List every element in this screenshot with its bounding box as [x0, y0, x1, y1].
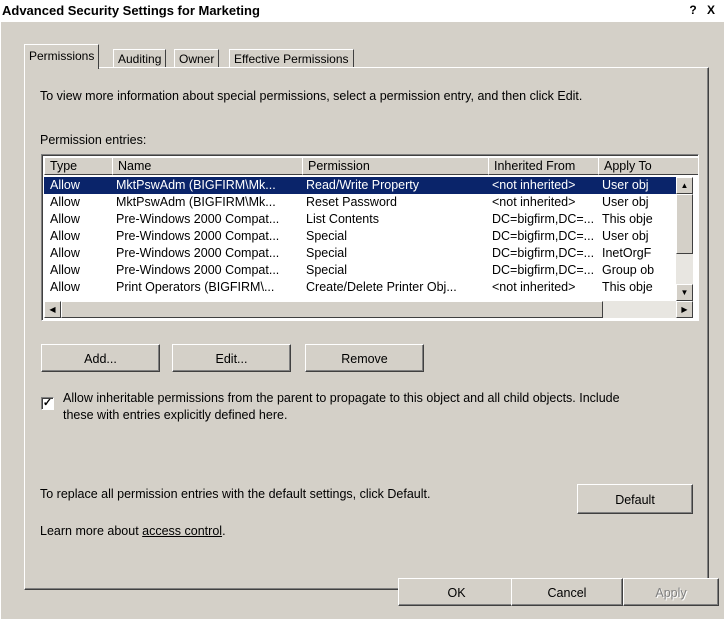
- cell-permission: Special: [306, 246, 347, 260]
- inherit-permissions-label-line2[interactable]: these with entries explicitly defined he…: [63, 408, 287, 422]
- tab-effective-permissions[interactable]: Effective Permissions: [229, 49, 354, 68]
- column-header-inherited-from[interactable]: Inherited From: [488, 157, 599, 175]
- table-row[interactable]: Allow Pre-Windows 2000 Compat... Special…: [44, 262, 676, 279]
- add-button[interactable]: Add...: [41, 344, 160, 372]
- cell-name: MktPswAdm (BIGFIRM\Mk...: [116, 195, 276, 209]
- learn-more-text: Learn more about access control.: [40, 524, 226, 538]
- remove-button[interactable]: Remove: [305, 344, 424, 372]
- learn-more-suffix: .: [222, 524, 226, 538]
- horizontal-scrollbar[interactable]: ◀ ▶: [44, 301, 693, 318]
- table-row[interactable]: Allow MktPswAdm (BIGFIRM\Mk... Read/Writ…: [44, 177, 676, 194]
- cell-type: Allow: [50, 195, 80, 209]
- cell-apply-to: This obje: [602, 212, 653, 226]
- cell-name: Print Operators (BIGFIRM\...: [116, 280, 275, 294]
- cell-permission: List Contents: [306, 212, 379, 226]
- vertical-scrollbar[interactable]: ▲ ▼: [676, 177, 693, 301]
- cell-permission: Special: [306, 263, 347, 277]
- intro-text: To view more information about special p…: [40, 89, 583, 103]
- tab-permissions[interactable]: Permissions: [24, 44, 100, 69]
- cell-type: Allow: [50, 229, 80, 243]
- cell-type: Allow: [50, 263, 80, 277]
- vertical-scroll-thumb[interactable]: [676, 194, 693, 254]
- cell-permission: Read/Write Property: [306, 178, 420, 192]
- cell-inherited-from: DC=bigfirm,DC=...: [492, 263, 595, 277]
- help-button[interactable]: ?: [686, 3, 700, 17]
- cell-inherited-from: DC=bigfirm,DC=...: [492, 212, 595, 226]
- default-button[interactable]: Default: [577, 484, 693, 514]
- ok-button[interactable]: OK: [398, 578, 515, 606]
- table-row[interactable]: Allow Print Operators (BIGFIRM\... Creat…: [44, 279, 676, 296]
- cell-name: Pre-Windows 2000 Compat...: [116, 229, 280, 243]
- title-bar[interactable]: Advanced Security Settings for Marketing…: [0, 0, 724, 22]
- tab-owner[interactable]: Owner: [174, 49, 220, 68]
- access-control-link[interactable]: access control: [142, 524, 222, 538]
- close-button[interactable]: X: [704, 3, 718, 17]
- table-row[interactable]: Allow Pre-Windows 2000 Compat... Special…: [44, 245, 676, 262]
- table-row[interactable]: Allow MktPswAdm (BIGFIRM\Mk... Reset Pas…: [44, 194, 676, 211]
- scroll-down-arrow-icon[interactable]: ▼: [676, 284, 693, 301]
- cell-permission: Create/Delete Printer Obj...: [306, 280, 457, 294]
- cell-apply-to: User obj: [602, 195, 649, 209]
- table-row[interactable]: Allow Pre-Windows 2000 Compat... List Co…: [44, 211, 676, 228]
- list-rows: Allow MktPswAdm (BIGFIRM\Mk... Read/Writ…: [44, 177, 676, 301]
- cell-type: Allow: [50, 178, 80, 192]
- cell-apply-to: User obj: [602, 178, 649, 192]
- cell-inherited-from: <not inherited>: [492, 280, 576, 294]
- column-header-permission[interactable]: Permission: [302, 157, 489, 175]
- cell-inherited-from: DC=bigfirm,DC=...: [492, 229, 595, 243]
- column-header-apply-to[interactable]: Apply To: [598, 157, 698, 175]
- table-row[interactable]: Allow Pre-Windows 2000 Compat... Special…: [44, 228, 676, 245]
- inherit-permissions-checkbox[interactable]: ✓: [41, 397, 54, 410]
- cell-type: Allow: [50, 280, 80, 294]
- permission-entries-label: Permission entries:: [40, 133, 147, 147]
- cancel-button[interactable]: Cancel: [511, 578, 623, 606]
- cell-type: Allow: [50, 246, 80, 260]
- list-header: Type Name Permission Inherited From Appl…: [44, 157, 698, 175]
- cell-inherited-from: DC=bigfirm,DC=...: [492, 246, 595, 260]
- window-title: Advanced Security Settings for Marketing: [2, 3, 260, 18]
- cell-name: Pre-Windows 2000 Compat...: [116, 246, 280, 260]
- column-header-type[interactable]: Type: [44, 157, 113, 175]
- cell-permission: Reset Password: [306, 195, 398, 209]
- cell-name: MktPswAdm (BIGFIRM\Mk...: [116, 178, 276, 192]
- cell-apply-to: User obj: [602, 229, 649, 243]
- scroll-up-arrow-icon[interactable]: ▲: [676, 177, 693, 194]
- cell-inherited-from: <not inherited>: [492, 195, 576, 209]
- column-header-name[interactable]: Name: [112, 157, 303, 175]
- cell-apply-to: This obje: [602, 280, 653, 294]
- learn-more-prefix: Learn more about: [40, 524, 143, 538]
- cell-type: Allow: [50, 212, 80, 226]
- edit-button[interactable]: Edit...: [172, 344, 291, 372]
- tab-auditing[interactable]: Auditing: [113, 49, 167, 68]
- cell-name: Pre-Windows 2000 Compat...: [116, 212, 280, 226]
- cell-inherited-from: <not inherited>: [492, 178, 576, 192]
- horizontal-scroll-thumb[interactable]: [61, 301, 603, 318]
- cell-name: Pre-Windows 2000 Compat...: [116, 263, 280, 277]
- scroll-left-arrow-icon[interactable]: ◀: [44, 301, 61, 318]
- default-instructions-text: To replace all permission entries with t…: [40, 487, 431, 501]
- cell-apply-to: InetOrgF: [602, 246, 652, 260]
- permission-entries-list[interactable]: Type Name Permission Inherited From Appl…: [41, 154, 699, 321]
- inherit-permissions-label-line1[interactable]: Allow inheritable permissions from the p…: [63, 391, 620, 405]
- cell-permission: Special: [306, 229, 347, 243]
- apply-button[interactable]: Apply: [623, 578, 719, 606]
- scroll-right-arrow-icon[interactable]: ▶: [676, 301, 693, 318]
- cell-apply-to: Group ob: [602, 263, 655, 277]
